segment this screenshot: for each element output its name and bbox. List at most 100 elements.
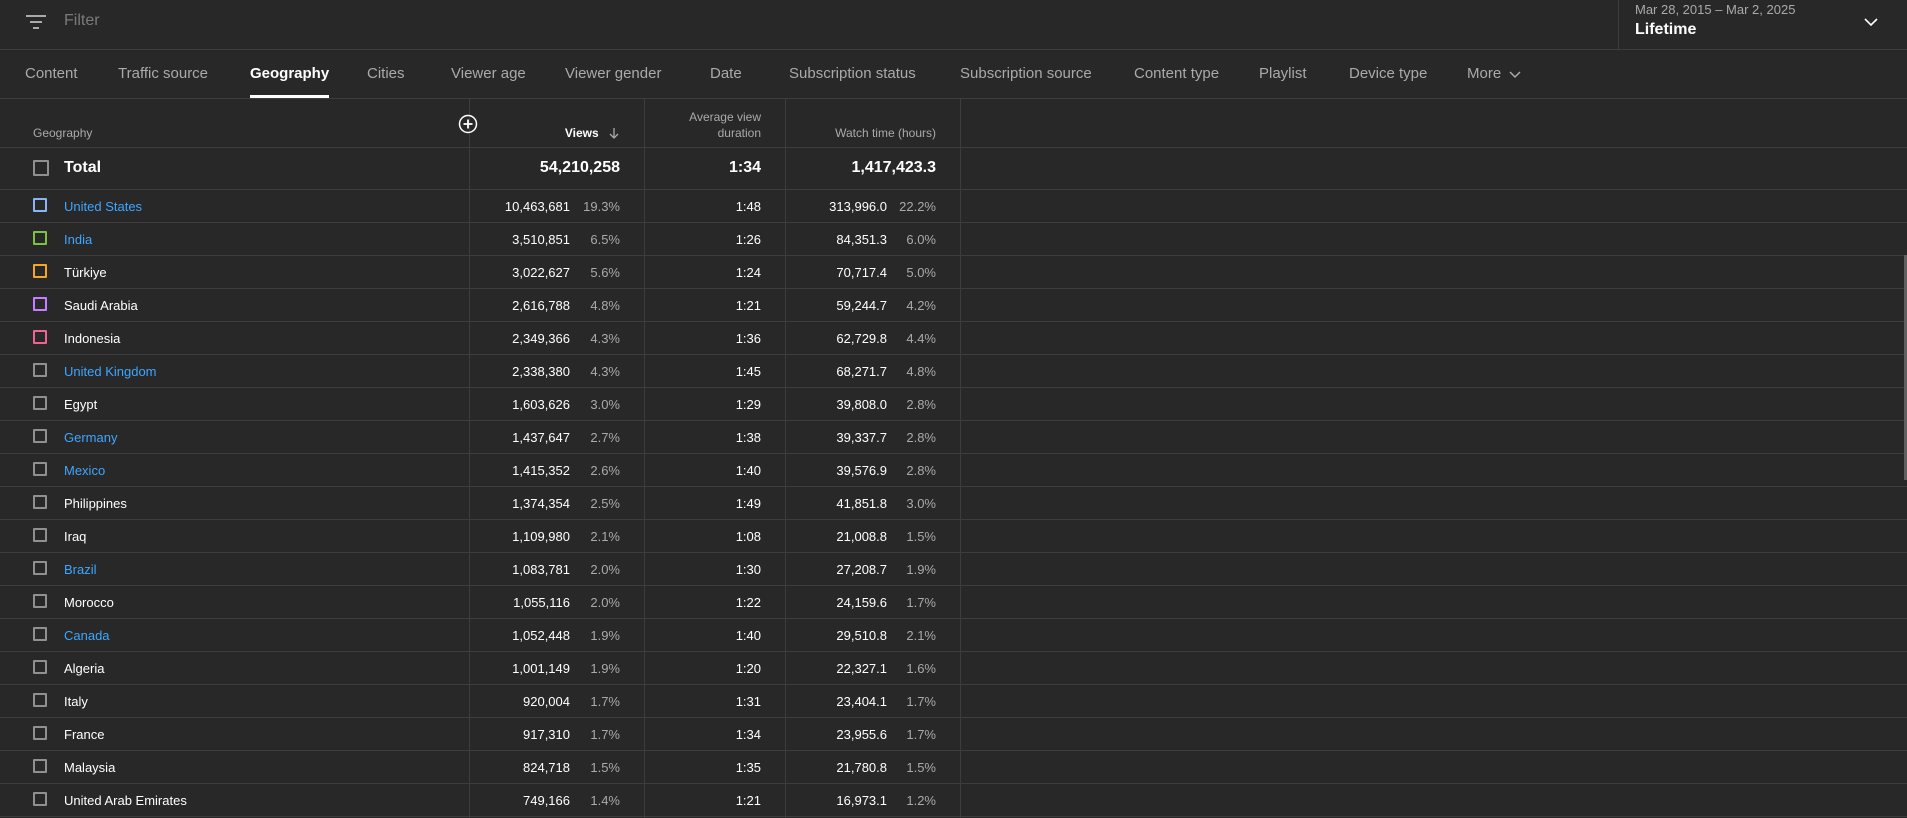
watch-time-percent: 1.9% bbox=[906, 562, 936, 577]
average-view-duration-value: 1:29 bbox=[735, 397, 761, 412]
views-value: 3,022,627 bbox=[512, 265, 570, 280]
average-view-duration-value: 1:38 bbox=[735, 430, 761, 445]
row-checkbox[interactable] bbox=[33, 561, 47, 575]
row-checkbox[interactable] bbox=[33, 693, 47, 707]
country-name: Saudi Arabia bbox=[64, 298, 138, 313]
chevron-down-icon bbox=[1864, 18, 1878, 27]
row-checkbox[interactable] bbox=[33, 759, 47, 773]
row-checkbox[interactable] bbox=[33, 792, 47, 806]
row-checkbox[interactable] bbox=[33, 198, 47, 212]
views-value: 10,463,681 bbox=[504, 199, 570, 214]
row-checkbox[interactable] bbox=[33, 660, 47, 674]
views-percent: 4.8% bbox=[590, 298, 620, 313]
views-percent: 1.7% bbox=[590, 694, 620, 709]
watch-time-value: 59,244.7 bbox=[836, 298, 887, 313]
country-name: France bbox=[64, 727, 105, 742]
row-checkbox[interactable] bbox=[33, 429, 47, 443]
row-checkbox[interactable] bbox=[33, 264, 47, 278]
views-value: 1,415,352 bbox=[512, 463, 570, 478]
watch-time-value: 23,404.1 bbox=[836, 694, 887, 709]
tab-date[interactable]: Date bbox=[710, 50, 742, 98]
country-name[interactable]: India bbox=[64, 232, 92, 247]
watch-time-percent: 5.0% bbox=[906, 265, 936, 280]
row-checkbox[interactable] bbox=[33, 495, 47, 509]
tab-more[interactable]: More bbox=[1467, 50, 1521, 98]
column-header-avd-line1: Average view bbox=[689, 110, 761, 124]
column-header-watch-time[interactable]: Watch time (hours) bbox=[786, 126, 936, 140]
column-header-views-label: Views bbox=[564, 126, 599, 140]
tab-subscription-source[interactable]: Subscription source bbox=[960, 50, 1092, 98]
views-percent: 3.0% bbox=[590, 397, 620, 412]
country-name[interactable]: Canada bbox=[64, 628, 110, 643]
average-view-duration-value: 1:20 bbox=[735, 661, 761, 676]
row-checkbox[interactable] bbox=[33, 726, 47, 740]
watch-time-value: 41,851.8 bbox=[836, 496, 887, 511]
total-row: Total 54,210,258 1:34 1,417,423.3 bbox=[0, 148, 1907, 190]
views-percent: 19.3% bbox=[583, 199, 620, 214]
country-name: Algeria bbox=[64, 661, 105, 676]
row-checkbox[interactable] bbox=[33, 594, 47, 608]
column-header-views[interactable]: Views bbox=[470, 126, 620, 140]
row-checkbox[interactable] bbox=[33, 231, 47, 245]
watch-time-value: 29,510.8 bbox=[836, 628, 887, 643]
average-view-duration-value: 1:40 bbox=[735, 628, 761, 643]
row-checkbox[interactable] bbox=[33, 528, 47, 542]
country-name: Malaysia bbox=[64, 760, 116, 775]
watch-time-value: 68,271.7 bbox=[836, 364, 887, 379]
watch-time-percent: 1.7% bbox=[906, 595, 936, 610]
total-average-view-duration: 1:34 bbox=[728, 159, 761, 176]
tab-more-label: More bbox=[1467, 65, 1502, 82]
tab-content[interactable]: Content bbox=[25, 50, 78, 98]
country-name[interactable]: Brazil bbox=[64, 562, 97, 577]
views-percent: 2.0% bbox=[590, 562, 620, 577]
row-checkbox[interactable] bbox=[33, 462, 47, 476]
views-percent: 1.4% bbox=[590, 793, 620, 808]
average-view-duration-value: 1:49 bbox=[735, 496, 761, 511]
date-range-selector[interactable]: Mar 28, 2015 – Mar 2, 2025 Lifetime bbox=[1618, 0, 1907, 50]
country-name[interactable]: Germany bbox=[64, 430, 117, 445]
column-header-average-view-duration[interactable]: Average view duration bbox=[645, 109, 761, 141]
row-checkbox[interactable] bbox=[33, 297, 47, 311]
watch-time-percent: 6.0% bbox=[906, 232, 936, 247]
average-view-duration-value: 1:22 bbox=[735, 595, 761, 610]
table-row: Brazil 1,083,781 2.0% 1:30 27,208.7 1.9% bbox=[0, 553, 1907, 586]
country-name[interactable]: United States bbox=[64, 199, 142, 214]
watch-time-percent: 4.8% bbox=[906, 364, 936, 379]
views-value: 1,001,149 bbox=[512, 661, 570, 676]
tab-content-type[interactable]: Content type bbox=[1134, 50, 1219, 98]
views-percent: 2.6% bbox=[590, 463, 620, 478]
average-view-duration-value: 1:35 bbox=[735, 760, 761, 775]
average-view-duration-value: 1:08 bbox=[735, 529, 761, 544]
watch-time-percent: 4.4% bbox=[906, 331, 936, 346]
country-name[interactable]: United Kingdom bbox=[64, 364, 157, 379]
row-checkbox[interactable] bbox=[33, 363, 47, 377]
filter-icon[interactable] bbox=[26, 14, 48, 32]
views-value: 824,718 bbox=[523, 760, 570, 775]
table-row: Malaysia 824,718 1.5% 1:35 21,780.8 1.5% bbox=[0, 751, 1907, 784]
total-checkbox[interactable] bbox=[33, 160, 49, 176]
tab-traffic-source[interactable]: Traffic source bbox=[118, 50, 208, 98]
views-percent: 1.5% bbox=[590, 760, 620, 775]
row-checkbox[interactable] bbox=[33, 330, 47, 344]
row-checkbox[interactable] bbox=[33, 627, 47, 641]
tab-viewer-gender[interactable]: Viewer gender bbox=[565, 50, 661, 98]
tab-playlist[interactable]: Playlist bbox=[1259, 50, 1307, 98]
views-percent: 4.3% bbox=[590, 331, 620, 346]
filter-input[interactable]: Filter bbox=[64, 12, 100, 30]
country-name[interactable]: Mexico bbox=[64, 463, 105, 478]
table-row: Iraq 1,109,980 2.1% 1:08 21,008.8 1.5% bbox=[0, 520, 1907, 553]
watch-time-percent: 1.7% bbox=[906, 694, 936, 709]
row-checkbox[interactable] bbox=[33, 396, 47, 410]
views-value: 1,083,781 bbox=[512, 562, 570, 577]
views-value: 2,616,788 bbox=[512, 298, 570, 313]
tab-cities[interactable]: Cities bbox=[367, 50, 405, 98]
tab-viewer-age[interactable]: Viewer age bbox=[451, 50, 526, 98]
tab-subscription-status[interactable]: Subscription status bbox=[789, 50, 916, 98]
average-view-duration-value: 1:48 bbox=[735, 199, 761, 214]
views-percent: 2.1% bbox=[590, 529, 620, 544]
table-header: Geography Views Average view duration Wa… bbox=[0, 99, 1907, 148]
country-name: Philippines bbox=[64, 496, 127, 511]
views-percent: 1.7% bbox=[590, 727, 620, 742]
tab-device-type[interactable]: Device type bbox=[1349, 50, 1427, 98]
tab-geography[interactable]: Geography bbox=[250, 50, 330, 98]
